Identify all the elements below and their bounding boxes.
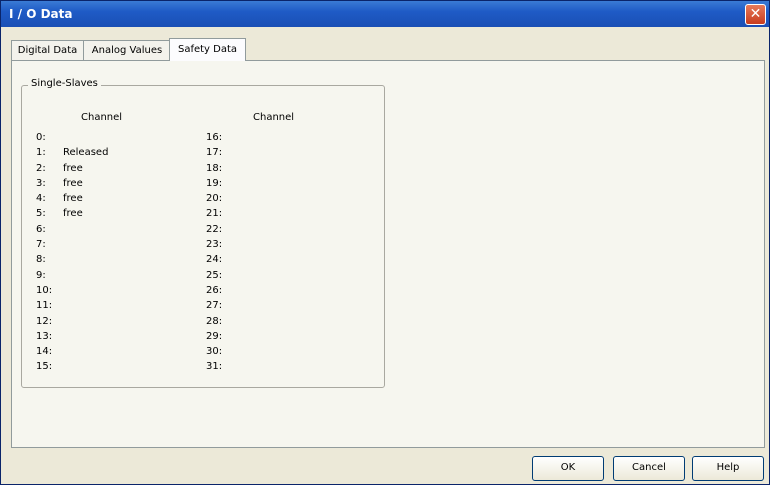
channel-number: 16:	[206, 132, 223, 143]
window-title: I / O Data	[9, 7, 73, 21]
channel-number: 26:	[206, 284, 223, 296]
channel-status: free	[63, 162, 83, 174]
channel-number: 19:	[206, 177, 223, 189]
channel-number: 21:	[206, 208, 223, 220]
channel-number: 11:	[36, 300, 53, 312]
title-bar[interactable]: I / O Data ✕	[1, 1, 769, 27]
channel-number: 0:	[36, 132, 46, 143]
help-button[interactable]: Help	[692, 456, 764, 481]
channel-number: 7:	[36, 239, 46, 251]
channel-number: 28:	[206, 315, 223, 327]
channel-header-right: Channel	[253, 112, 295, 123]
channel-number: 17:	[206, 147, 223, 159]
channel-number: 22:	[206, 223, 223, 235]
single-slaves-group	[21, 85, 385, 388]
channel-status: free	[63, 208, 83, 220]
channel-number: 3:	[36, 177, 46, 189]
channel-number: 14:	[36, 346, 53, 358]
channel-number: 1:	[36, 147, 46, 159]
channel-number: 4:	[36, 193, 46, 205]
channel-number: 10:	[36, 284, 53, 296]
tab-analog-values[interactable]: Analog Values	[83, 40, 171, 60]
channel-number: 31:	[206, 361, 223, 373]
channel-number: 18:	[206, 162, 223, 174]
tab-digital-data[interactable]: Digital Data	[11, 40, 84, 60]
ok-button[interactable]: OK	[532, 456, 604, 481]
channel-number: 13:	[36, 330, 53, 342]
channel-number: 24:	[206, 254, 223, 266]
channel-number: 9:	[36, 269, 46, 281]
channel-number: 23:	[206, 239, 223, 251]
group-label: Single-Slaves	[28, 78, 101, 89]
channel-number: 15:	[36, 361, 53, 373]
channel-number: 20:	[206, 193, 223, 205]
close-icon[interactable]: ✕	[745, 4, 766, 25]
channel-number: 6:	[36, 223, 46, 235]
channel-number: 12:	[36, 315, 53, 327]
channel-status: free	[63, 177, 83, 189]
channel-status: free	[63, 193, 83, 205]
io-data-dialog: I / O Data ✕ Digital Data Analog Values …	[0, 0, 770, 485]
channel-number: 25:	[206, 269, 223, 281]
channel-number: 27:	[206, 300, 223, 312]
channel-header-left: Channel	[81, 112, 123, 123]
channel-number: 29:	[206, 330, 223, 342]
channel-number: 2:	[36, 162, 46, 174]
channel-number: 5:	[36, 208, 46, 220]
channel-number: 30:	[206, 346, 223, 358]
tab-safety-data[interactable]: Safety Data	[169, 38, 246, 61]
cancel-button[interactable]: Cancel	[613, 456, 685, 481]
channel-number: 8:	[36, 254, 46, 266]
channel-status: Released	[63, 147, 109, 159]
